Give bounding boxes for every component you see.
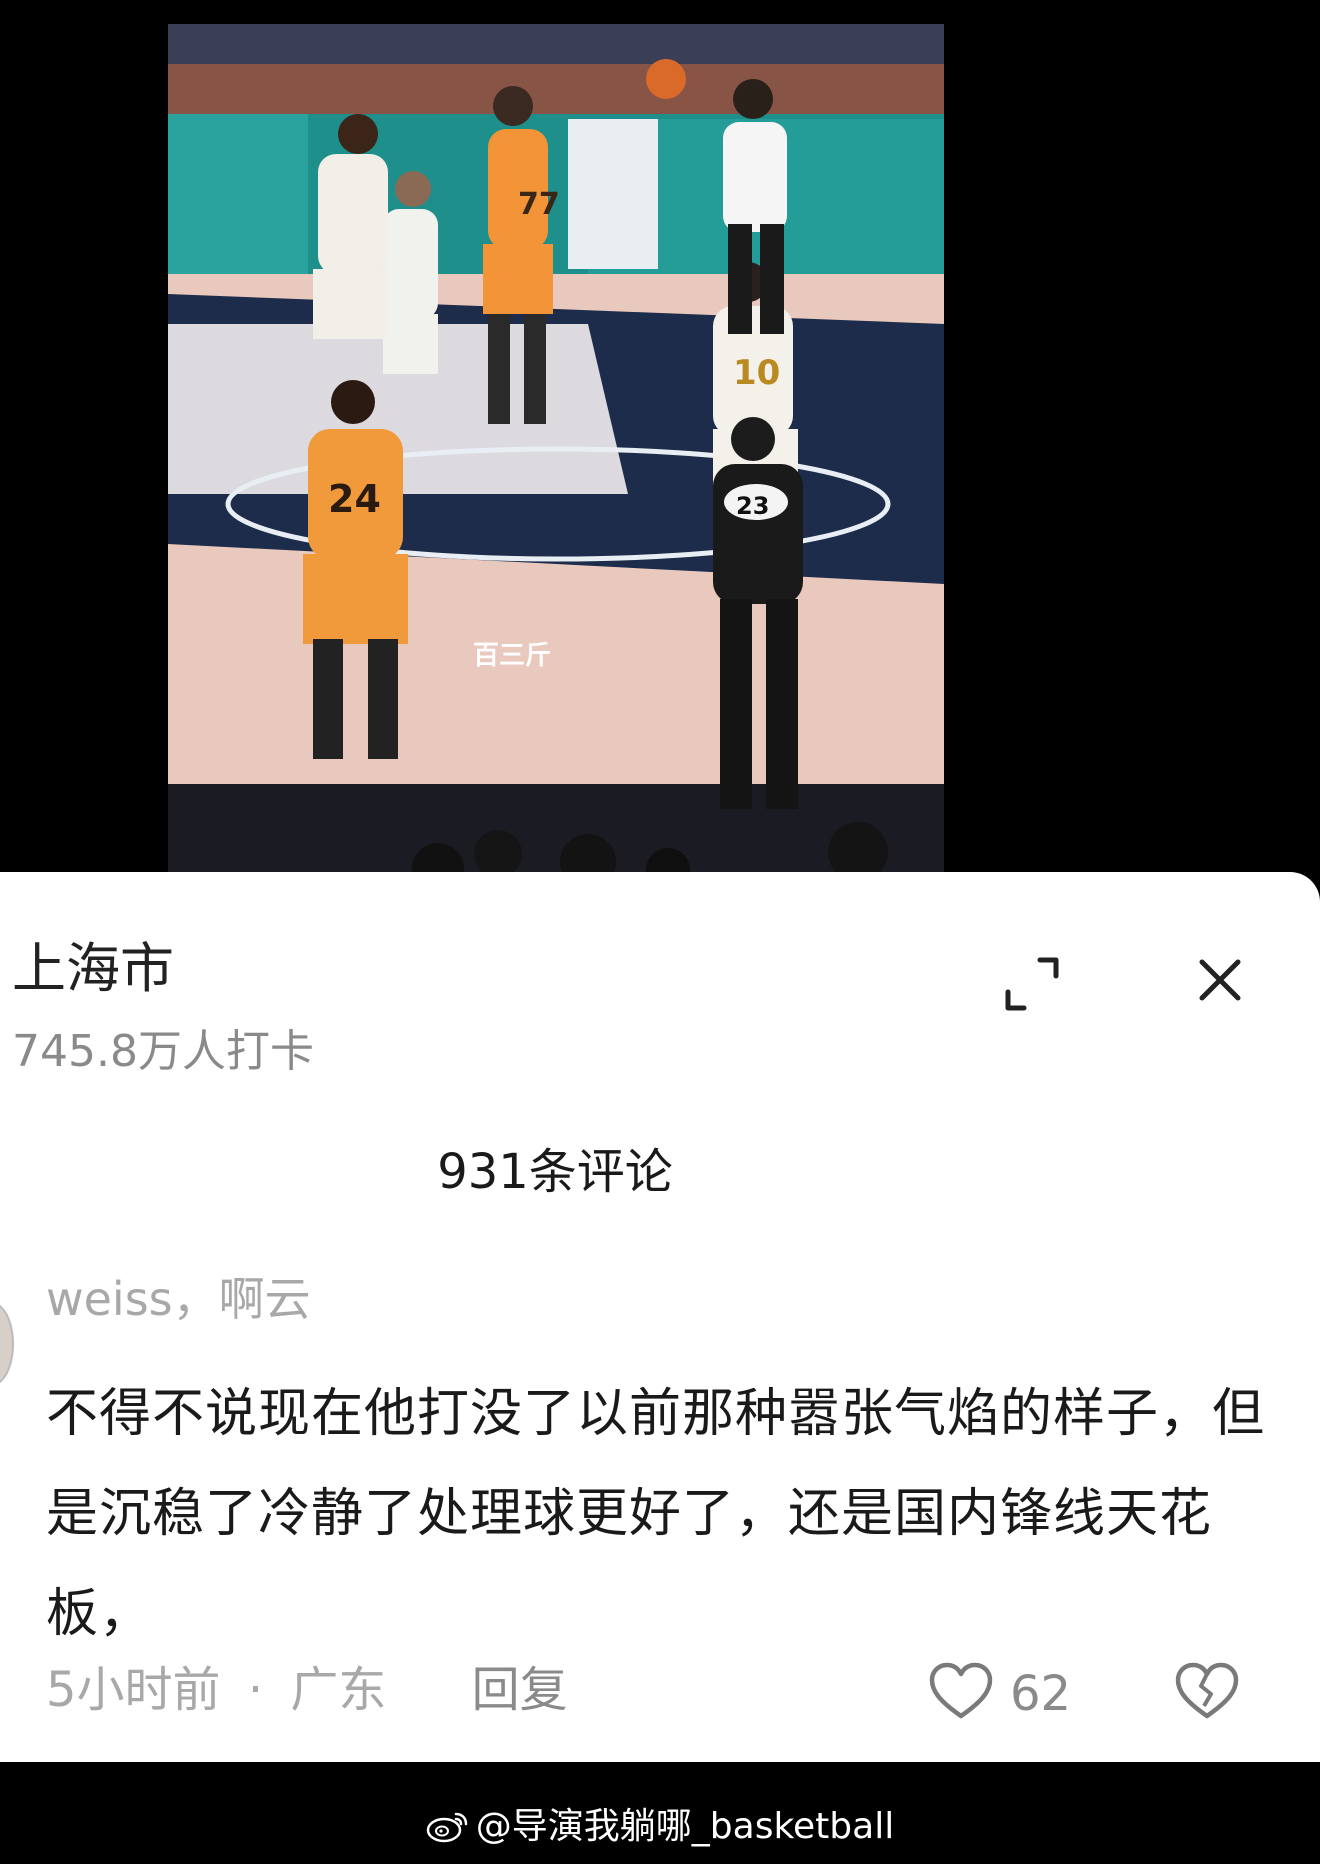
location-title: 上海市 (12, 937, 174, 1000)
comment-username[interactable]: weiss，啊云 (46, 1276, 311, 1322)
like-button[interactable] (928, 1662, 994, 1722)
svg-text:77: 77 (518, 187, 560, 222)
avatar[interactable] (0, 1302, 14, 1386)
close-button[interactable] (1186, 946, 1254, 1014)
checkin-count: 745.8万人打卡 (12, 1026, 314, 1077)
reply-button[interactable]: 回复 (472, 1662, 568, 1718)
weibo-icon (426, 1812, 468, 1843)
video-frame[interactable]: 77 24 10 23 百三斤 (168, 24, 944, 872)
weibo-watermark: @导演我躺哪_basketball (0, 1808, 1320, 1845)
heart-icon (929, 1662, 993, 1719)
expand-button[interactable] (1000, 952, 1064, 1016)
svg-text:24: 24 (328, 477, 381, 521)
watermark-text: @导演我躺哪_basketball (475, 1806, 895, 1847)
like-count: 62 (1010, 1666, 1072, 1722)
dislike-button[interactable] (1174, 1662, 1240, 1722)
expand-icon (1005, 957, 1059, 1011)
comment-time: 5小时前 (46, 1662, 221, 1718)
svg-text:23: 23 (736, 492, 769, 520)
video-logo: 百三斤 (473, 641, 551, 671)
svg-text:10: 10 (733, 353, 780, 393)
comments-sheet: 上海市 745.8万人打卡 931条评论 weiss，啊云 不得不说现在他打没了… (0, 872, 1320, 1762)
comment-count: 931条评论 (437, 1144, 673, 1200)
comment-meta: 5小时前 · 广东 回复 (46, 1666, 568, 1714)
meta-separator: · (247, 1662, 264, 1718)
comment-text: 不得不说现在他打没了以前那种嚣张气焰的样子，但是沉稳了冷静了处理球更好了，还是国… (46, 1384, 1266, 1644)
broken-heart-icon (1175, 1662, 1239, 1719)
comment-region: 广东 (290, 1662, 387, 1718)
close-icon (1199, 959, 1241, 1001)
